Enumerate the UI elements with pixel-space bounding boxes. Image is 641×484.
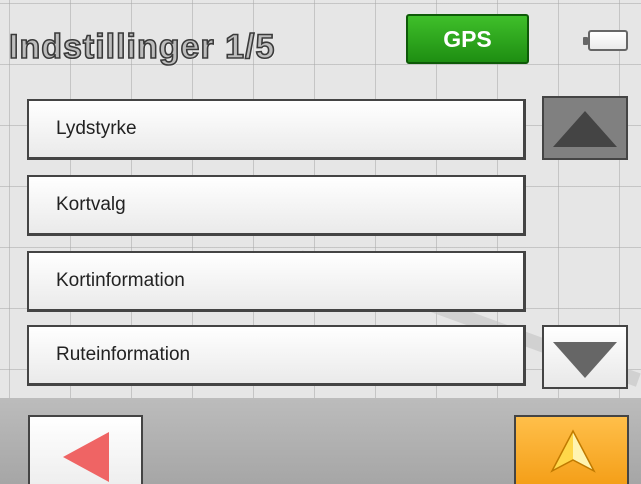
menu-item-ruteinformation[interactable]: Ruteinformation: [27, 325, 526, 386]
menu-item-label: Ruteinformation: [56, 344, 191, 365]
scroll-down-button[interactable]: [542, 325, 628, 389]
battery-tip: [583, 37, 588, 45]
triangle-down-icon: [553, 342, 617, 378]
scroll-up-button[interactable]: [542, 96, 628, 160]
menu-item-label: Lydstyrke: [56, 118, 137, 139]
page-title: Indstillinger 1/5: [8, 28, 276, 66]
menu-item-kortinformation[interactable]: Kortinformation: [27, 251, 526, 312]
menu-item-label: Kortvalg: [56, 194, 126, 215]
menu-item-kortvalg[interactable]: Kortvalg: [27, 175, 526, 236]
arrow-left-icon: [63, 432, 109, 482]
menu-item-label: Kortinformation: [56, 270, 185, 291]
triangle-up-icon: [553, 111, 617, 147]
back-button[interactable]: [28, 415, 143, 484]
map-view-button[interactable]: [514, 415, 629, 484]
gps-status-button[interactable]: GPS: [406, 14, 529, 64]
battery-icon: [583, 30, 628, 51]
settings-screen: Indstillinger 1/5 GPS Lydstyrke Kortvalg…: [0, 0, 641, 484]
navigation-arrow-icon: [550, 429, 596, 473]
menu-item-lydstyrke[interactable]: Lydstyrke: [27, 99, 526, 160]
